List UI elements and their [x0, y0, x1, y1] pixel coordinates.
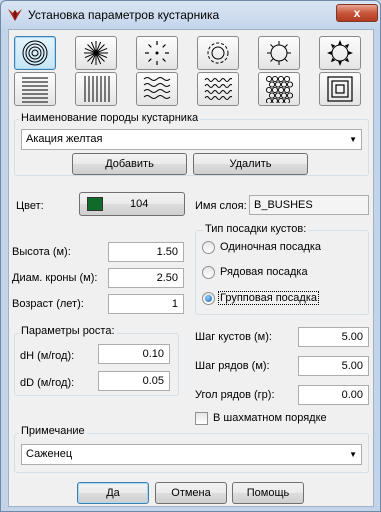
- radio-row-planting[interactable]: [202, 266, 215, 279]
- pattern-button-starburst[interactable]: [75, 36, 117, 70]
- note-group-label: Примечание: [19, 425, 87, 437]
- bush-step-field[interactable]: 5.00: [298, 327, 369, 347]
- crown-diameter-label: Диам. кроны (м):: [12, 272, 98, 284]
- wave-pattern-icon: [204, 78, 232, 100]
- radio-single-planting[interactable]: [202, 241, 215, 254]
- pointed-circle-icon: [327, 40, 353, 66]
- row-step-field[interactable]: 5.00: [298, 356, 369, 376]
- title-bar[interactable]: Установка параметров кустарника x: [1, 1, 380, 29]
- color-label: Цвет:: [16, 200, 44, 212]
- pattern-button-vertical-lines[interactable]: [75, 72, 117, 106]
- dashed-circle-icon: [145, 41, 169, 65]
- radio-group-planting[interactable]: [202, 292, 215, 305]
- row-step-label: Шаг рядов (м):: [195, 360, 270, 372]
- add-species-button[interactable]: Добавить: [72, 153, 187, 175]
- dd-label: dD (м/год):: [20, 377, 75, 389]
- age-label: Возраст (лет):: [12, 298, 84, 310]
- pattern-button-spiked-circle[interactable]: [258, 36, 300, 70]
- dh-field[interactable]: 0.10: [98, 344, 170, 364]
- delete-species-button[interactable]: Удалить: [193, 153, 308, 175]
- color-swatch: [87, 197, 103, 211]
- chevron-down-icon: ▼: [349, 450, 357, 459]
- ok-button[interactable]: Да: [77, 482, 149, 504]
- height-label: Высота (м):: [12, 246, 71, 258]
- pattern-button-wave-pattern[interactable]: [197, 72, 239, 106]
- dd-field[interactable]: 0.05: [98, 371, 170, 391]
- crown-diameter-field[interactable]: 2.50: [108, 268, 184, 288]
- help-button[interactable]: Помощь: [232, 482, 304, 504]
- pattern-button-dashed-circle[interactable]: [136, 36, 178, 70]
- row-angle-field[interactable]: 0.00: [298, 385, 369, 405]
- bush-step-label: Шаг кустов (м):: [195, 331, 272, 343]
- pattern-button-concentric-circles[interactable]: [14, 36, 56, 70]
- dialog-content: Наименование породы кустарника Акация же…: [8, 29, 374, 507]
- layer-name-label: Имя слоя:: [195, 200, 247, 212]
- scalloped-circle-icon: [207, 42, 229, 64]
- dh-label: dH (м/год):: [20, 350, 75, 362]
- checker-order-checkbox[interactable]: [195, 412, 208, 425]
- pattern-button-pointed-circle[interactable]: [319, 36, 361, 70]
- starburst-icon: [84, 41, 108, 65]
- app-icon: [8, 9, 22, 21]
- color-index: 104: [130, 198, 149, 210]
- concentric-circles-icon: [22, 40, 48, 66]
- pattern-button-scalloped-circle[interactable]: [197, 36, 239, 70]
- pattern-button-horizontal-lines[interactable]: [14, 72, 56, 106]
- honeycomb-icon: [265, 75, 293, 103]
- color-button[interactable]: 104: [79, 192, 185, 216]
- species-group-label: Наименование породы кустарника: [19, 112, 201, 124]
- row-planting-label[interactable]: Рядовая посадка: [220, 266, 308, 278]
- row-angle-label: Угол рядов (гр):: [195, 389, 275, 401]
- note-select[interactable]: Саженец ▼: [21, 444, 362, 465]
- wavy-lines-icon: [143, 77, 171, 99]
- close-icon: x: [353, 6, 361, 20]
- chevron-down-icon: ▼: [349, 135, 357, 144]
- planting-type-label: Тип посадки кустов:: [203, 223, 309, 235]
- close-button[interactable]: x: [336, 4, 378, 22]
- cancel-button[interactable]: Отмена: [155, 482, 227, 504]
- pattern-button-honeycomb[interactable]: [258, 72, 300, 106]
- window-title: Установка параметров кустарника: [28, 8, 220, 22]
- layer-name-field[interactable]: B_BUSHES: [249, 195, 369, 215]
- group-planting-label[interactable]: Групповая посадка: [218, 291, 319, 305]
- species-select[interactable]: Акация желтая ▼: [21, 129, 362, 150]
- age-field[interactable]: 1: [108, 294, 184, 314]
- pattern-button-wavy-lines[interactable]: [136, 72, 178, 106]
- single-planting-label[interactable]: Одиночная посадка: [220, 241, 321, 253]
- spiked-circle-icon: [267, 41, 291, 65]
- vertical-lines-icon: [84, 76, 110, 102]
- height-field[interactable]: 1.50: [108, 242, 184, 262]
- pattern-button-concentric-squares[interactable]: [319, 72, 361, 106]
- growth-group-label: Параметры роста:: [19, 325, 117, 337]
- species-select-value: Акация желтая: [26, 133, 103, 145]
- checker-order-label[interactable]: В шахматном порядке: [213, 412, 327, 424]
- concentric-squares-icon: [327, 76, 353, 102]
- dialog-window: Установка параметров кустарника x Наимен…: [0, 0, 381, 512]
- horizontal-lines-icon: [22, 77, 48, 103]
- note-select-value: Саженец: [26, 448, 73, 460]
